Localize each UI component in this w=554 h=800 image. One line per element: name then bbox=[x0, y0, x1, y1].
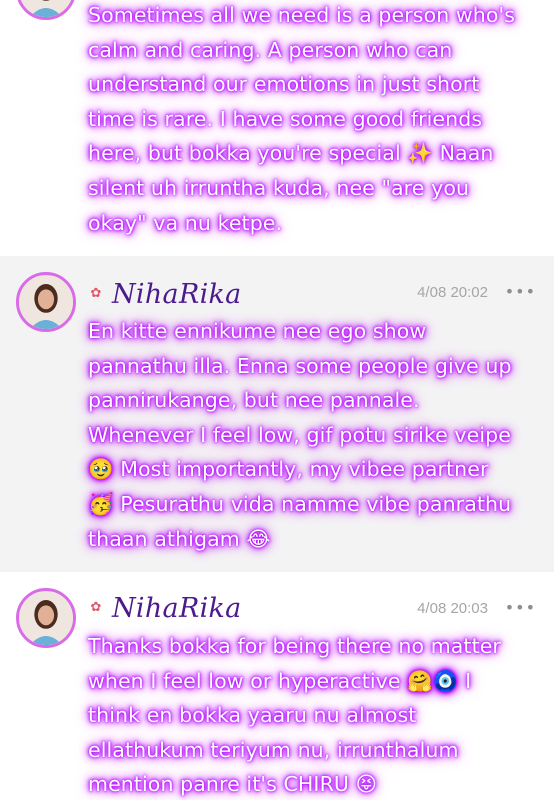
author-row: ✿ NihaRika bbox=[88, 274, 242, 314]
more-icon[interactable]: ••• bbox=[505, 598, 536, 617]
comment-text: En kitte ennikume nee ego show pannathu … bbox=[88, 319, 512, 551]
flower-icon: ✿ bbox=[90, 600, 102, 615]
flower-icon: ✿ bbox=[90, 286, 102, 301]
user-name[interactable]: NihaRika bbox=[112, 279, 242, 310]
comment-post: Sometimes all we need is a person who's … bbox=[0, 0, 554, 256]
timestamp: 4/08 20:03 bbox=[417, 600, 488, 617]
comment-text: Thanks bokka for being there no matter w… bbox=[88, 634, 501, 797]
comment-feed: Sometimes all we need is a person who's … bbox=[0, 0, 554, 800]
comment-text: Sometimes all we need is a person who's … bbox=[88, 3, 516, 235]
timestamp: 4/08 20:02 bbox=[417, 284, 488, 301]
author-row: ✿ NihaRika bbox=[88, 588, 242, 628]
more-icon[interactable]: ••• bbox=[505, 282, 536, 301]
user-name[interactable]: NihaRika bbox=[112, 593, 242, 624]
avatar[interactable] bbox=[16, 588, 76, 648]
comment-post: ✿ NihaRika 4/08 20:03 ••• Thanks bokka f… bbox=[0, 572, 554, 800]
avatar[interactable] bbox=[16, 272, 76, 332]
avatar[interactable] bbox=[16, 0, 76, 20]
comment-post: ✿ NihaRika 4/08 20:02 ••• En kitte ennik… bbox=[0, 256, 554, 572]
